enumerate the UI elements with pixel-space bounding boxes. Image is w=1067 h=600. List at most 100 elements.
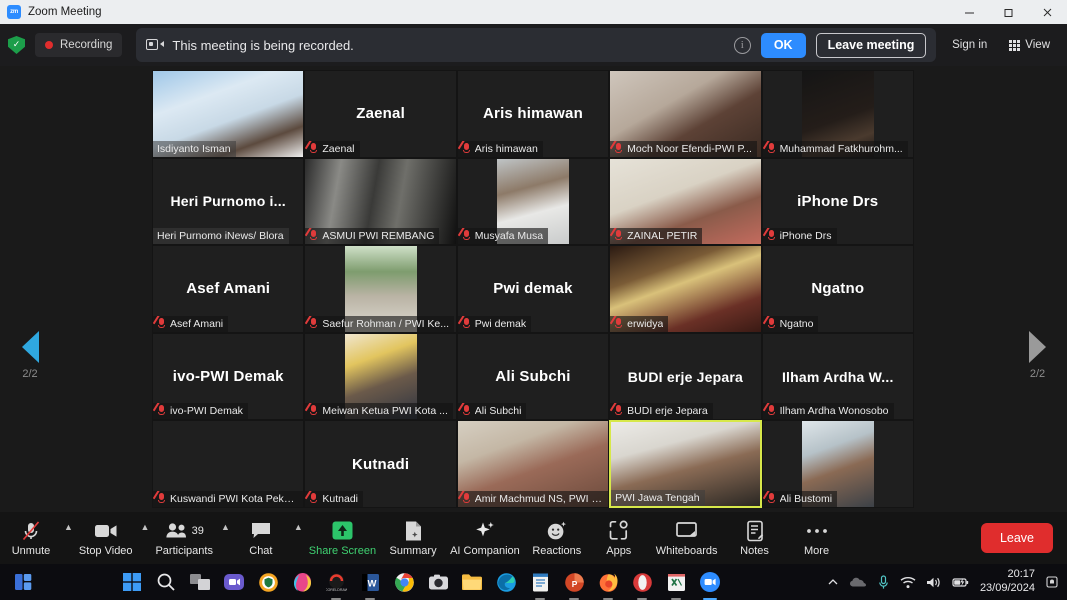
toolbar-chat-button[interactable]: Chat [230,514,292,562]
speaker-icon[interactable] [926,576,942,589]
windows-start-icon[interactable] [120,570,144,594]
participant-tile[interactable]: Ali Bustomi [762,420,914,508]
participant-tile[interactable]: Heri Purnomo i...Heri Purnomo iNews/ Blo… [152,158,304,246]
word-icon[interactable]: W [358,570,382,594]
toolbar-more-button[interactable]: More [786,514,848,562]
participant-tile[interactable]: PWI Jawa Tengah [609,420,761,508]
participant-tile[interactable]: BUDI erje JeparaBUDI erje Jepara [609,333,761,421]
participant-tile[interactable]: Muhammad Fatkhurohm... [762,70,914,158]
file-explorer-icon[interactable] [460,570,484,594]
participant-name: Kuswandi PWI Kota Pekal... [170,493,298,505]
toolbar-stop-video-button[interactable]: Stop Video [73,514,139,562]
participant-tile[interactable]: NgatnoNgatno [762,245,914,333]
participant-tile[interactable]: Moch Noor Efendi-PWI P... [609,70,761,158]
toolbar-summary-button[interactable]: Summary [382,514,444,562]
leave-button[interactable]: Leave [981,523,1053,553]
toolbar-participants-button[interactable]: 39Participants [149,514,218,562]
next-page-control[interactable]: 2/2 [1008,331,1067,380]
participant-tile[interactable]: Pwi demakPwi demak [457,245,609,333]
participant-name: Asef Amani [170,318,223,330]
sign-in-button[interactable]: Sign in [943,34,996,56]
security-browser-icon[interactable] [256,570,280,594]
excel-icon[interactable] [664,570,688,594]
maximize-icon[interactable] [989,0,1028,24]
wifi-icon[interactable] [900,576,916,589]
recording-indicator[interactable]: Recording [35,33,122,57]
notification-bell-icon[interactable] [1045,575,1059,589]
battery-icon[interactable] [952,576,970,588]
participant-tile[interactable]: ZaenalZaenal [304,70,456,158]
participant-tile[interactable]: ASMUI PWI REMBANG [304,158,456,246]
microphone-muted-icon [309,230,318,242]
participant-tile[interactable]: iPhone DrsiPhone Drs [762,158,914,246]
toolbar-item-label: Apps [606,545,631,557]
toolbar-ai-companion-button[interactable]: AI Companion [444,514,526,562]
powerpoint-icon[interactable]: P [562,570,586,594]
svg-text:P: P [571,579,577,589]
notepad-icon[interactable] [528,570,552,594]
chrome-icon[interactable] [392,570,416,594]
chevron-up-icon[interactable]: ▲ [141,522,150,532]
toolbar-apps-button[interactable]: Apps [588,514,650,562]
opera-icon[interactable] [630,570,654,594]
zoom-taskbar-icon[interactable] [698,570,722,594]
task-view-icon[interactable] [188,570,212,594]
toolbar-item-label: Unmute [12,545,51,557]
widgets-icon[interactable] [14,572,34,592]
participant-name: erwidya [627,318,663,330]
participant-tile[interactable]: Ali SubchiAli Subchi [457,333,609,421]
chevron-up-icon[interactable]: ▲ [294,522,303,532]
microphone-muted-icon [462,318,471,330]
microphone-muted-icon [462,405,471,417]
microsoft-365-icon[interactable] [290,570,314,594]
toolbar-whiteboards-button[interactable]: Whiteboards [650,514,724,562]
participant-tile[interactable]: Musyafa Musa [457,158,609,246]
participant-name: Ilham Ardha Wonosobo [780,405,889,417]
chat-bubble-icon [250,520,272,542]
microphone-icon[interactable] [877,575,890,590]
toolbar-notes-button[interactable]: Notes [724,514,786,562]
participant-tile[interactable]: Ilham Ardha W...Ilham Ardha Wonosobo [762,333,914,421]
participant-name: Ali Bustomi [780,493,833,505]
participant-name: Kutnadi [322,493,358,505]
chevron-up-icon[interactable]: ▲ [64,522,73,532]
previous-page-control[interactable]: 2/2 [0,331,60,380]
windows-taskbar: CORELDRAW W P [0,564,1067,600]
firefox-icon[interactable] [596,570,620,594]
participant-tile[interactable]: Kuswandi PWI Kota Pekal... [152,420,304,508]
toolbar-share-screen-button[interactable]: Share Screen [303,514,382,562]
view-button[interactable]: View [1000,34,1059,56]
leave-meeting-button[interactable]: Leave meeting [816,33,927,58]
participant-tile[interactable]: Isdiyanto Isman [152,70,304,158]
info-icon[interactable]: i [734,37,751,54]
participant-tile[interactable]: Amir Machmud NS, PWI J... [457,420,609,508]
shield-check-icon[interactable]: ✓ [8,36,25,54]
toolbar-unmute-button[interactable]: Unmute [0,514,62,562]
participant-tile[interactable]: Asef AmaniAsef Amani [152,245,304,333]
camera-icon [94,520,118,542]
participant-name: iPhone Drs [780,230,832,242]
participant-tile[interactable]: ivo-PWI Demakivo-PWI Demak [152,333,304,421]
participant-tile[interactable]: erwidya [609,245,761,333]
participant-tile[interactable]: ZAINAL PETIR [609,158,761,246]
zoom-workplace-icon[interactable] [222,570,246,594]
participant-tile[interactable]: KutnadiKutnadi [304,420,456,508]
participant-tile[interactable]: Aris himawanAris himawan [457,70,609,158]
emoji-reaction-icon [546,520,568,542]
toolbar-reactions-button[interactable]: Reactions [526,514,588,562]
participant-tile[interactable]: Saefur Rohman / PWI Ke... [304,245,456,333]
chevron-up-icon[interactable]: ▲ [221,522,230,532]
minimize-icon[interactable] [950,0,989,24]
onedrive-icon[interactable] [849,576,867,588]
cdr-app-icon[interactable]: CORELDRAW [324,570,348,594]
edge-icon[interactable] [494,570,518,594]
chevron-up-icon[interactable] [827,576,839,588]
search-icon[interactable] [154,570,178,594]
close-icon[interactable] [1028,0,1067,24]
taskbar-clock[interactable]: 20:17 23/09/2024 [980,568,1035,596]
participant-name-bar: Ali Bustomi [763,491,838,507]
participant-tile[interactable]: Meiwan Ketua PWI Kota ... [304,333,456,421]
camera-app-icon[interactable] [426,570,450,594]
triangle-right-icon [1029,331,1046,363]
ok-button[interactable]: OK [761,33,806,58]
